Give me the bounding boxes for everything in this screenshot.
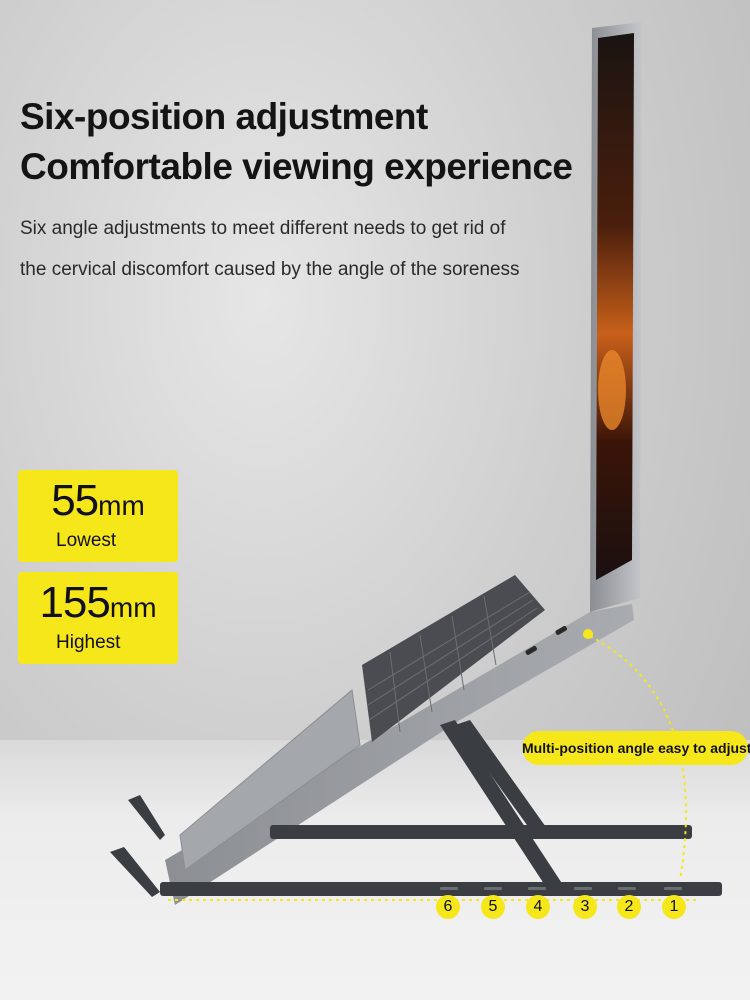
position-marker-5: 5	[481, 895, 505, 919]
spec-unit: mm	[98, 490, 145, 521]
position-marker-6: 6	[436, 895, 460, 919]
laptop-screen	[596, 33, 634, 580]
position-marker-4: 4	[526, 895, 550, 919]
spec-number: 155	[39, 578, 110, 627]
stand-rail-back	[270, 825, 692, 839]
headline-line-1: Six-position adjustment	[20, 96, 428, 137]
position-marker-3: 3	[573, 895, 597, 919]
position-marker-2: 2	[617, 895, 641, 919]
screen-flame	[598, 350, 626, 430]
spec-highest-badge: 155mm Highest	[18, 572, 178, 664]
spec-value: 55mm	[18, 476, 178, 526]
spec-label: Lowest	[56, 530, 117, 551]
stand-hook	[110, 847, 160, 897]
description-line-1: Six angle adjustments to meet different …	[20, 218, 506, 239]
adjust-callout: Multi-position angle easy to adjust	[522, 731, 750, 765]
spec-value: 155mm	[18, 578, 178, 628]
description-line-2: the cervical discomfort caused by the an…	[20, 259, 520, 280]
spec-label: Highest	[56, 632, 121, 653]
position-marker-1: 1	[662, 895, 686, 919]
spec-number: 55	[51, 476, 99, 525]
spec-lowest-badge: 55mm Lowest	[18, 470, 178, 562]
spec-unit: mm	[109, 592, 157, 623]
stand-hook	[128, 795, 165, 840]
headline-line-2: Comfortable viewing experience	[20, 146, 573, 187]
hinge-marker	[583, 629, 593, 639]
